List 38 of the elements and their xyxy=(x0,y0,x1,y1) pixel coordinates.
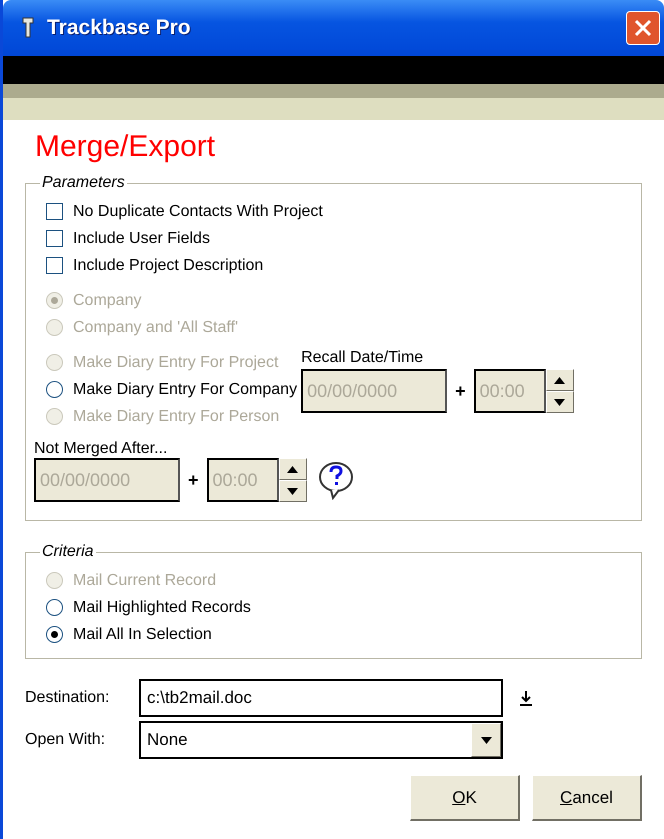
radio-option[interactable]: Make Diary Entry For Company xyxy=(46,376,298,403)
recall-label: Recall Date/Time xyxy=(301,349,424,367)
radio-option[interactable]: Mail Highlighted Records xyxy=(46,594,631,621)
group-legend: Criteria xyxy=(40,543,96,561)
destination-field[interactable]: c:\tb2mail.doc xyxy=(139,679,503,717)
spin-control[interactable] xyxy=(278,458,307,502)
spin-control[interactable] xyxy=(546,369,574,413)
down-arrow-icon xyxy=(480,736,492,744)
plus-sign: + xyxy=(455,380,466,402)
checkbox[interactable] xyxy=(46,203,63,220)
down-arrow-icon xyxy=(554,398,566,406)
close-button[interactable] xyxy=(626,11,660,45)
download-icon[interactable] xyxy=(519,690,533,706)
dialog-button[interactable]: OK xyxy=(410,775,520,821)
checkbox[interactable] xyxy=(46,257,63,274)
close-icon xyxy=(634,19,652,37)
dialog-button[interactable]: Cancel xyxy=(532,775,642,821)
down-arrow-icon xyxy=(287,488,298,494)
help-icon[interactable] xyxy=(316,460,355,500)
app-icon xyxy=(21,16,35,40)
radio-button[interactable] xyxy=(46,381,63,398)
destination-label: Destination: xyxy=(25,689,110,707)
dialog-heading: Merge/Export xyxy=(35,130,216,164)
radio-button[interactable] xyxy=(46,626,63,643)
checkbox-option[interactable]: No Duplicate Contacts With Project xyxy=(46,198,631,225)
checkbox-option[interactable]: Include Project Description xyxy=(46,252,631,279)
window-title: Trackbase Pro xyxy=(47,16,192,40)
checkbox-option[interactable]: Include User Fields xyxy=(46,225,631,252)
open-with-label: Open With: xyxy=(25,731,106,749)
group-legend: Parameters xyxy=(40,174,127,192)
radio-button[interactable] xyxy=(46,599,63,616)
checkbox[interactable] xyxy=(46,230,63,247)
up-arrow-icon xyxy=(554,376,566,384)
not-merged-label: Not Merged After... xyxy=(34,440,168,458)
radio-option[interactable]: Mail All In Selection xyxy=(46,621,631,648)
up-arrow-icon xyxy=(287,466,298,472)
open-with-dropdown[interactable]: None xyxy=(139,721,503,759)
plus-sign: + xyxy=(188,470,199,490)
